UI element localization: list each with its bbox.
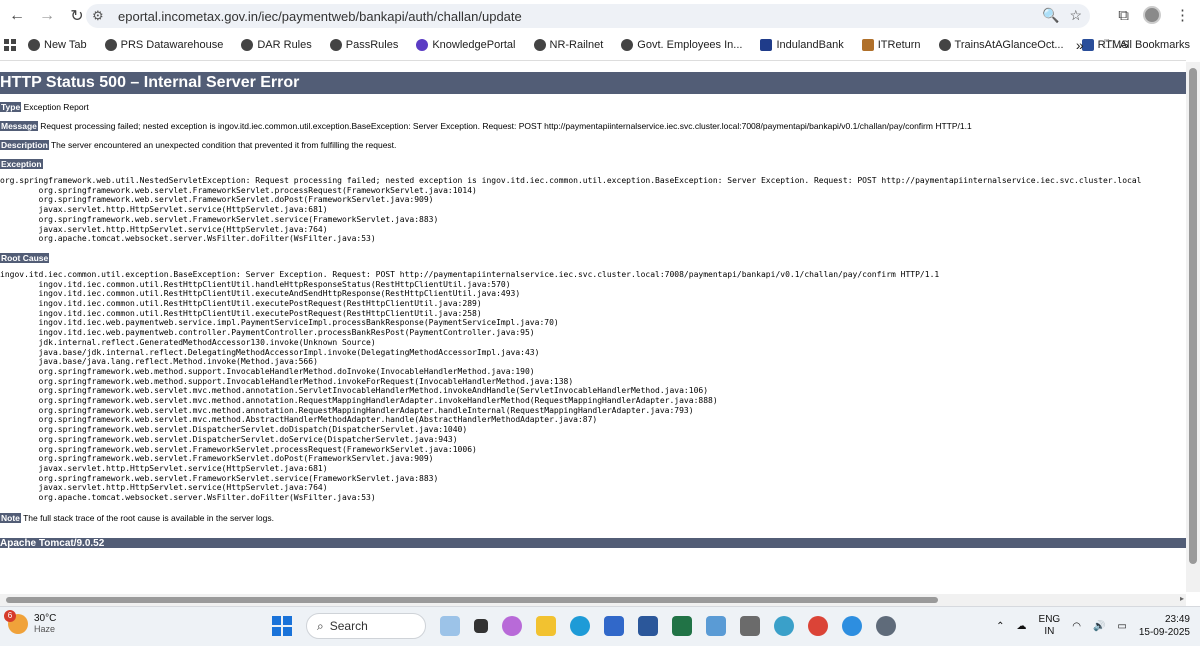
message-line: Message Request processing failed; neste… bbox=[0, 121, 1186, 132]
message-label: Message bbox=[0, 121, 38, 131]
root-cause-stack-trace: ingov.itd.iec.common.util.exception.Base… bbox=[0, 269, 940, 503]
apps-grid-icon[interactable] bbox=[4, 39, 16, 51]
horizontal-scrollbar[interactable]: ▸ bbox=[0, 594, 1186, 606]
site-info-icon[interactable]: ⚙ bbox=[92, 8, 114, 24]
edge-browser-icon[interactable] bbox=[570, 616, 590, 636]
globe-icon bbox=[938, 39, 951, 51]
exception-stack-trace: org.springframework.web.util.NestedServl… bbox=[0, 176, 1142, 244]
store-icon[interactable] bbox=[604, 616, 624, 636]
file-explorer-icon[interactable] bbox=[536, 616, 556, 636]
profile-avatar[interactable] bbox=[1143, 6, 1161, 24]
scroll-right-arrow-icon[interactable]: ▸ bbox=[1180, 594, 1184, 603]
bookmark-star-icon[interactable]: ☆ bbox=[1069, 7, 1082, 24]
forward-arrow-icon[interactable]: → bbox=[34, 3, 60, 29]
windows-taskbar: 6 30°C Haze ⌕ Search ⌃ ☁ ENG IN ◠ 🔊 ▭ 23:4… bbox=[0, 606, 1200, 646]
chrome-icon[interactable] bbox=[808, 616, 828, 636]
root-cause-heading: Root Cause bbox=[0, 252, 1186, 264]
type-line: Type Exception Report bbox=[0, 102, 1186, 113]
description-line: Description The server encountered an un… bbox=[0, 140, 1186, 151]
page-content: HTTP Status 500 – Internal Server Error … bbox=[0, 60, 1186, 592]
knowledge-portal-icon bbox=[416, 39, 429, 51]
word-icon[interactable] bbox=[638, 616, 658, 636]
bookmark-item[interactable]: Govt. Employees In... bbox=[621, 39, 742, 51]
note-value: The full stack trace of the root cause i… bbox=[23, 512, 274, 523]
bookmark-item[interactable]: DAR Rules bbox=[241, 39, 312, 51]
calculator-icon[interactable] bbox=[740, 616, 760, 636]
itreturn-icon bbox=[861, 39, 874, 51]
clock[interactable]: 23:49 15-09-2025 bbox=[1139, 613, 1190, 639]
language-indicator[interactable]: ENG IN bbox=[1039, 614, 1061, 638]
extensions-icon[interactable]: ⧉ bbox=[1118, 7, 1129, 24]
globe-icon bbox=[533, 39, 546, 51]
menu-icon[interactable]: ⋮ bbox=[1175, 6, 1190, 24]
error-title: HTTP Status 500 – Internal Server Error bbox=[0, 72, 1186, 94]
bank-logo-icon bbox=[760, 39, 773, 51]
cloud-icon[interactable]: ☁ bbox=[1017, 621, 1027, 632]
description-value: The server encountered an unexpected con… bbox=[50, 140, 397, 150]
vertical-scrollbar[interactable] bbox=[1186, 62, 1200, 592]
weather-sun-icon: 6 bbox=[4, 609, 28, 634]
globe-icon bbox=[28, 39, 40, 51]
browser-toolbar: ← → ↻ ⚙ eportal.incometax.gov.in/iec/pay… bbox=[0, 0, 1200, 32]
task-view-icon[interactable] bbox=[474, 619, 488, 633]
weather-condition: Haze bbox=[34, 624, 56, 634]
address-bar[interactable]: ⚙ eportal.incometax.gov.in/iec/paymentwe… bbox=[86, 4, 1090, 28]
note-line: Note The full stack trace of the root ca… bbox=[0, 512, 1186, 524]
wifi-icon[interactable]: ◠ bbox=[1072, 621, 1081, 632]
settings-gear-icon[interactable] bbox=[876, 616, 896, 636]
globe-icon bbox=[241, 39, 254, 51]
server-footer: Apache Tomcat/9.0.52 bbox=[0, 537, 1186, 548]
type-label: Type bbox=[0, 102, 22, 112]
all-bookmarks[interactable]: 🗀 All Bookmarks bbox=[1104, 35, 1190, 56]
bookmark-item[interactable]: KnowledgePortal bbox=[416, 39, 516, 51]
notification-badge: 6 bbox=[4, 609, 16, 622]
globe-icon bbox=[104, 39, 117, 51]
battery-icon[interactable]: ▭ bbox=[1117, 621, 1126, 632]
bookmark-item[interactable]: TrainsAtAGlanceOct... bbox=[938, 39, 1064, 51]
message-value: Request processing failed; nested except… bbox=[40, 121, 972, 131]
app-icon[interactable] bbox=[774, 616, 794, 636]
root-cause-label: Root Cause bbox=[0, 252, 50, 263]
more-bookmarks-chevron[interactable]: » bbox=[1076, 37, 1084, 53]
chevron-up-icon[interactable]: ⌃ bbox=[996, 621, 1004, 632]
bookmark-item[interactable]: NR-Railnet bbox=[533, 39, 603, 51]
bookmark-item[interactable]: PassRules bbox=[329, 39, 398, 51]
bookmark-item[interactable]: ITReturn bbox=[861, 39, 921, 51]
globe-icon bbox=[621, 39, 634, 51]
globe-icon bbox=[329, 39, 342, 51]
note-label: Note bbox=[0, 512, 21, 523]
zoom-icon[interactable]: 🔍 bbox=[1042, 7, 1059, 24]
folder-icon: 🗀 bbox=[1103, 36, 1116, 51]
search-icon: ⌕ bbox=[317, 618, 324, 633]
type-value: Exception Report bbox=[23, 102, 89, 112]
help-icon[interactable] bbox=[842, 616, 862, 636]
exception-heading: Exception bbox=[0, 159, 1186, 170]
volume-icon[interactable]: 🔊 bbox=[1093, 621, 1105, 632]
horizontal-scroll-thumb[interactable] bbox=[6, 597, 938, 603]
description-label: Description bbox=[0, 140, 49, 150]
widgets-icon[interactable] bbox=[440, 616, 460, 636]
bookmark-item[interactable]: IndulandBank bbox=[760, 39, 844, 51]
bookmark-item[interactable]: PRS Datawarehouse bbox=[104, 39, 223, 51]
system-tray: ⌃ ☁ ENG IN ◠ 🔊 ▭ 23:49 15-09-2025 bbox=[996, 613, 1190, 639]
vertical-scroll-thumb[interactable] bbox=[1189, 68, 1197, 564]
url-text[interactable]: eportal.incometax.gov.in/iec/paymentweb/… bbox=[118, 9, 522, 24]
bookmarks-bar: New Tab PRS Datawarehouse DAR Rules Pass… bbox=[0, 34, 1200, 56]
weather-widget[interactable]: 6 30°C Haze bbox=[4, 609, 57, 634]
notepad-icon[interactable] bbox=[706, 616, 726, 636]
excel-icon[interactable] bbox=[672, 616, 692, 636]
back-arrow-icon[interactable]: ← bbox=[4, 3, 30, 29]
exception-label: Exception bbox=[0, 159, 43, 169]
start-button-icon[interactable] bbox=[272, 616, 292, 636]
bookmark-item[interactable]: New Tab bbox=[28, 39, 87, 51]
temperature: 30°C bbox=[34, 613, 57, 624]
taskbar-search[interactable]: ⌕ Search bbox=[306, 613, 426, 639]
copilot-icon[interactable] bbox=[502, 616, 522, 636]
